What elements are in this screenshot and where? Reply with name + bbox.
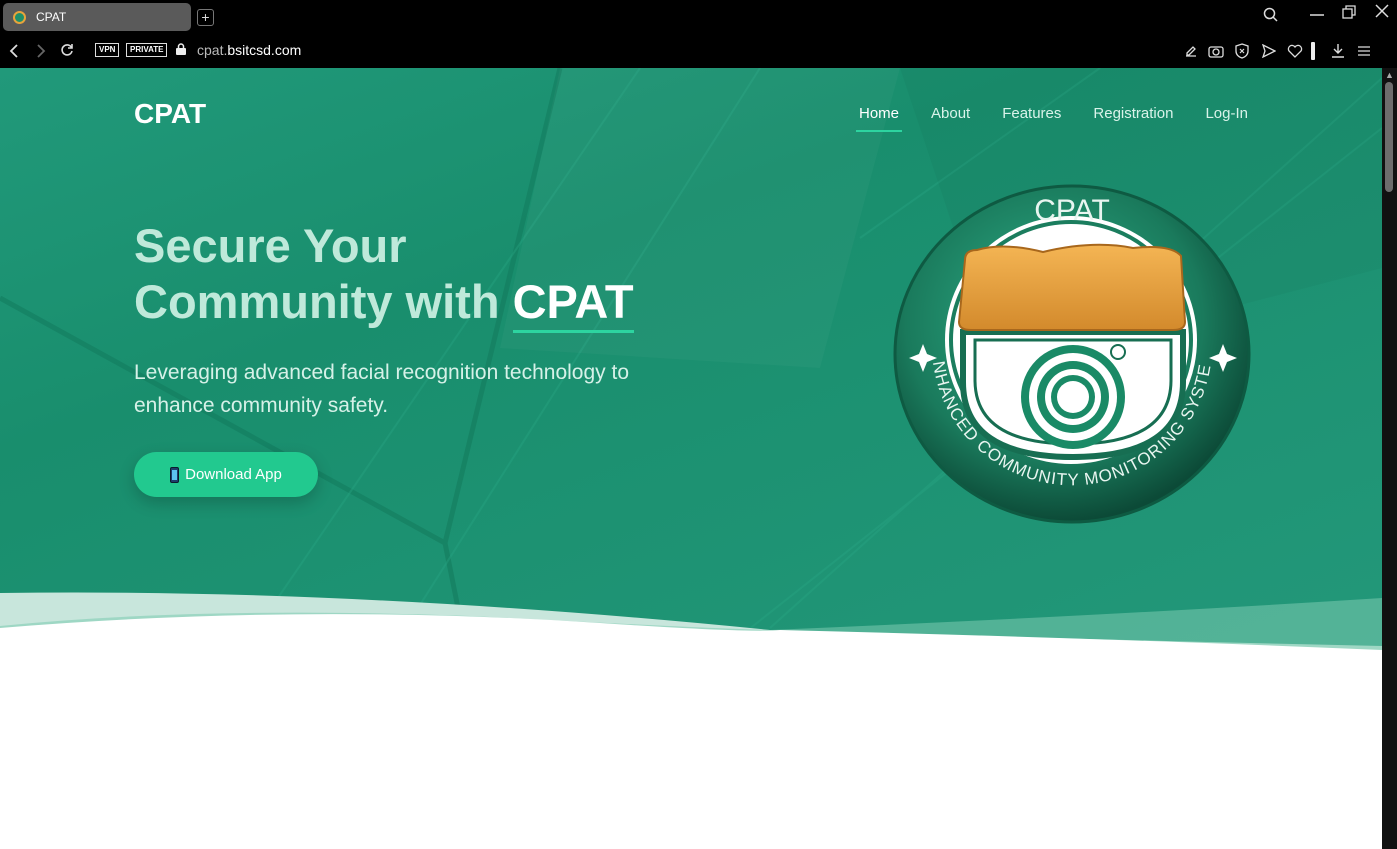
back-icon[interactable] [8,43,20,59]
tab-title: CPAT [36,10,67,24]
hero-title-line1: Secure Your [134,219,407,272]
scrollbar-thumb[interactable] [1385,82,1393,192]
new-tab-button[interactable]: + [197,9,214,26]
search-icon[interactable] [1263,7,1279,23]
lock-icon[interactable] [176,43,186,55]
heart-icon[interactable] [1287,44,1303,58]
site-logo-text[interactable]: CPAT [134,98,206,130]
main-nav: Home About Features Registration Log-In [855,105,1248,132]
url-subdomain: cpat. [197,42,228,58]
url-domain: bsitcsd.com [227,42,302,58]
menu-icon[interactable] [1357,44,1371,58]
site-favicon-icon [13,10,26,24]
nav-features[interactable]: Features [1002,105,1061,122]
hero-title-highlight: CPAT [512,275,634,333]
edit-icon[interactable] [1184,44,1198,58]
browser-tab[interactable]: CPAT [3,3,191,31]
browser-tab-bar: CPAT + [0,0,1397,34]
download-app-button[interactable]: Download App [134,452,318,497]
minimize-icon[interactable] [1309,6,1325,22]
vpn-badge[interactable]: VPN [95,43,120,57]
hero-subtitle: Leveraging advanced facial recognition t… [134,361,630,417]
reload-icon[interactable] [60,43,74,57]
nav-login[interactable]: Log-In [1205,105,1248,122]
close-window-icon[interactable] [1374,3,1390,19]
address-bar: VPN PRIVATE cpat.bsitcsd.com [0,34,1397,68]
send-icon[interactable] [1262,44,1276,58]
adblock-shield-icon[interactable] [1235,43,1249,59]
hero-wave-divider [0,592,1382,688]
scroll-up-arrow-icon[interactable]: ▲ [1385,70,1394,80]
hero-title-line2: Community with [134,275,513,328]
restore-icon[interactable] [1341,4,1357,20]
url-field[interactable]: cpat.bsitcsd.com [197,42,301,58]
cpat-emblem-logo: CPAT ENHANCED COMMUNITY MONITORING SYSTE… [893,182,1251,524]
download-icon[interactable] [1331,43,1345,59]
hero-title: Secure Your Community with CPAT [134,218,774,333]
camera-icon[interactable] [1208,44,1224,58]
download-app-label: Download App [185,466,282,483]
nav-about[interactable]: About [931,105,970,122]
page-viewport: CPAT Home About Features Registration Lo… [0,68,1382,849]
nav-registration[interactable]: Registration [1093,105,1173,122]
page-scrollbar[interactable]: ▲ [1382,68,1397,849]
mobile-phone-icon [170,466,180,483]
private-badge: PRIVATE [126,43,168,57]
forward-icon[interactable] [35,43,47,59]
emblem-top-text: CPAT [1034,194,1110,227]
toolbar-separator [1311,42,1315,60]
nav-home[interactable]: Home [855,105,903,132]
